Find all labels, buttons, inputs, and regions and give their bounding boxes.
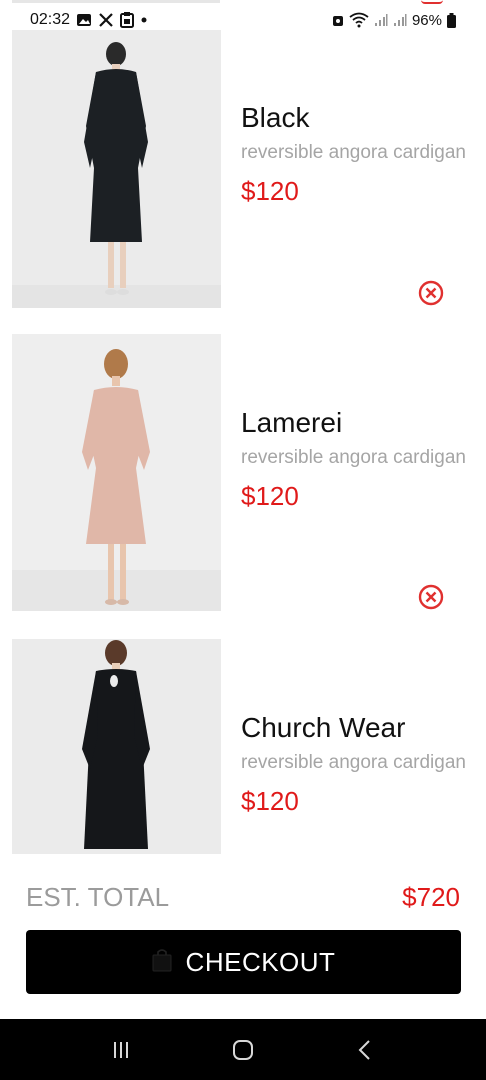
home-button[interactable] xyxy=(223,1030,263,1070)
close-circle-icon xyxy=(418,584,444,610)
remove-item-button[interactable] xyxy=(417,583,445,611)
signal-icon xyxy=(393,13,407,27)
item-description: reversible angora cardigan xyxy=(241,447,466,468)
lock-icon xyxy=(332,13,344,27)
dot-icon xyxy=(140,16,148,24)
item-price: $120 xyxy=(241,481,299,511)
gallery-icon xyxy=(76,13,92,27)
checkout-button[interactable]: CHECKOUT xyxy=(26,930,461,994)
home-icon xyxy=(233,1039,253,1060)
total-value: $720 xyxy=(402,882,460,912)
total-row: EST. TOTAL $720 xyxy=(26,882,460,913)
product-image[interactable] xyxy=(12,639,221,854)
item-name: Church Wear xyxy=(241,712,406,743)
status-left: 02:32 xyxy=(30,11,148,29)
back-icon xyxy=(358,1039,370,1060)
battery-icon xyxy=(447,12,456,28)
item-name: Lamerei xyxy=(241,407,343,438)
checkout-label: CHECKOUT xyxy=(185,946,336,977)
product-image[interactable] xyxy=(12,30,221,308)
remove-item-button[interactable] xyxy=(417,279,445,307)
status-time: 02:32 xyxy=(30,11,71,28)
total-label: EST. TOTAL xyxy=(26,882,170,912)
close-circle-icon xyxy=(418,280,444,306)
app-icon xyxy=(120,12,135,28)
system-nav-bar xyxy=(0,1019,486,1080)
x-logo-icon xyxy=(98,12,114,28)
item-price: $120 xyxy=(241,786,299,816)
battery-percent: 96% xyxy=(411,11,442,29)
item-description: reversible angora cardigan xyxy=(241,142,466,163)
signal-icon xyxy=(374,13,388,27)
item-name: Black xyxy=(241,102,310,133)
wifi-icon xyxy=(349,12,369,28)
item-description: reversible angora cardigan xyxy=(241,752,466,773)
status-right: 96% xyxy=(332,12,456,29)
back-button[interactable] xyxy=(345,1030,385,1070)
recent-apps-button[interactable] xyxy=(101,1030,141,1070)
shopping-bag-icon xyxy=(152,948,172,977)
recent-apps-icon xyxy=(114,1041,128,1058)
item-info: Lamerei reversible angora cardigan $120 xyxy=(241,406,466,512)
item-info: Church Wear reversible angora cardigan $… xyxy=(241,711,466,817)
item-price: $120 xyxy=(241,176,299,206)
item-info: Black reversible angora cardigan $120 xyxy=(241,101,466,207)
product-image[interactable] xyxy=(12,334,221,611)
